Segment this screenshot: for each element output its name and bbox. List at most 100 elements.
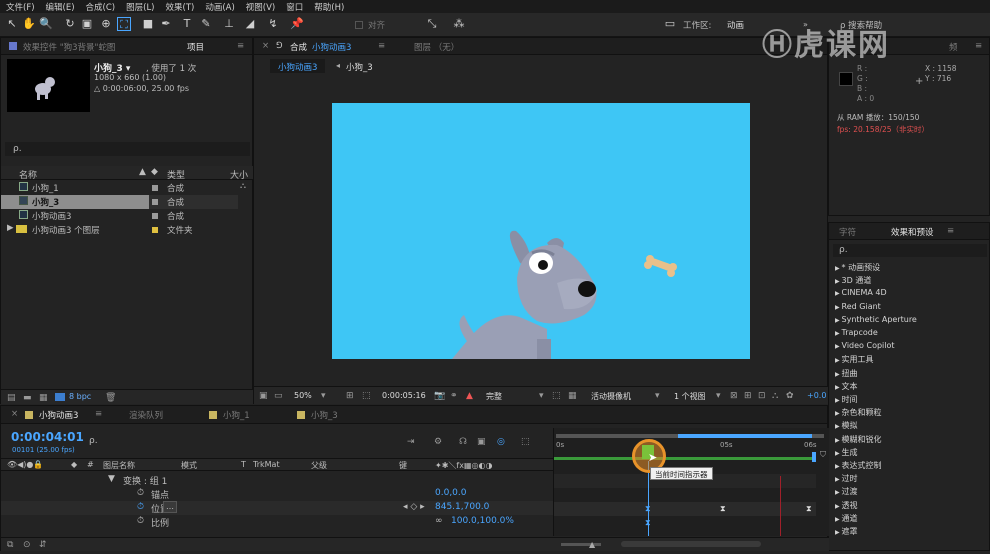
property-row[interactable]: ⏱ 锚点 0.0,0.0 bbox=[1, 487, 553, 501]
effects-category-item[interactable]: ▶ 杂色和颗粒 bbox=[835, 407, 882, 418]
flowchart-icon[interactable]: ⛬ bbox=[772, 391, 778, 401]
timeline-timecode[interactable]: 0:00:04:01 bbox=[11, 430, 84, 444]
effects-category-item[interactable]: ▶ Red Giant bbox=[835, 302, 881, 311]
align-checkbox[interactable] bbox=[355, 21, 363, 29]
breadcrumb-comp[interactable]: 小狗动画3 bbox=[270, 59, 326, 73]
tab-audio[interactable]: 频 bbox=[949, 41, 958, 53]
type-tool-icon[interactable]: T bbox=[180, 17, 194, 31]
trash-icon[interactable]: 🗑 bbox=[105, 393, 116, 403]
effects-category-item[interactable]: ▶ 表达式控制 bbox=[835, 460, 882, 471]
close-tab-icon[interactable]: × bbox=[262, 41, 269, 51]
effects-category-item[interactable]: ▶ Synthetic Aperture bbox=[835, 315, 917, 324]
monitor-icon[interactable]: ▭ bbox=[274, 391, 283, 401]
monitor-icon[interactable]: ▭ bbox=[663, 17, 677, 31]
zoom-tool-icon[interactable]: 🔍 bbox=[39, 17, 53, 31]
tab-comp-prefix[interactable]: 合成 bbox=[290, 41, 307, 53]
exposure-value[interactable]: +0.0 bbox=[807, 391, 826, 400]
tab-menu-icon[interactable]: ≡ bbox=[378, 41, 385, 51]
comp-viewer-canvas[interactable] bbox=[332, 103, 750, 359]
effects-category-item[interactable]: ▶ Video Copilot bbox=[835, 341, 895, 350]
camera-select[interactable]: 活动摄像机 bbox=[591, 391, 631, 402]
snap-icon[interactable]: ⤡ bbox=[425, 17, 439, 31]
stopwatch-icon[interactable]: ⏱ bbox=[137, 516, 144, 526]
keyframe-icon[interactable]: ⧗ bbox=[645, 518, 651, 528]
effects-category-item[interactable]: ▶ Trapcode bbox=[835, 328, 878, 337]
tab-timeline-2[interactable]: 小狗_1 bbox=[223, 409, 250, 421]
hand-tool-icon[interactable]: ✋ bbox=[22, 17, 36, 31]
effects-category-item[interactable]: ▶ 时间 bbox=[835, 394, 858, 405]
roi-icon[interactable]: ⬚ bbox=[552, 391, 561, 401]
clone-stamp-tool-icon[interactable]: ⊥ bbox=[222, 17, 236, 31]
puppet-tool-icon[interactable]: 📌 bbox=[290, 17, 304, 31]
panel-menu-icon[interactable]: ≡ bbox=[95, 409, 102, 419]
work-area-end-handle[interactable] bbox=[812, 452, 816, 462]
col-trkmat[interactable]: TrkMat bbox=[253, 460, 280, 469]
lock-icon[interactable]: ⅁ bbox=[276, 41, 283, 51]
keyframe-icon[interactable]: ⧗ bbox=[720, 504, 726, 514]
property-row[interactable]: ⏱ 位置 … ◂ ◇ ▸ 845.1,700.0 bbox=[1, 501, 553, 515]
tab-render-queue[interactable]: 渲染队列 bbox=[129, 409, 163, 421]
effects-category-item[interactable]: ▶ 模拟 bbox=[835, 420, 858, 431]
effects-category-item[interactable]: ▶ 扭曲 bbox=[835, 368, 858, 379]
tab-timeline-3[interactable]: 小狗_3 bbox=[311, 409, 338, 421]
close-tab-icon[interactable]: × bbox=[11, 409, 18, 419]
keyframe-icon[interactable]: ⧗ bbox=[806, 504, 812, 514]
property-row[interactable]: ⏱ 比例 ∞ 100.0,100.0% bbox=[1, 515, 553, 529]
transparency-grid-icon[interactable]: ▦ bbox=[568, 391, 577, 401]
project-item-selected[interactable]: 小狗_3 bbox=[1, 195, 149, 209]
selection-tool-icon[interactable]: ↖ bbox=[5, 17, 19, 31]
eraser-tool-icon[interactable]: ◢ bbox=[243, 17, 257, 31]
property-value[interactable]: 0.0,0.0 bbox=[435, 488, 467, 498]
menu-composition[interactable]: 合成(C) bbox=[86, 1, 116, 13]
viewer-timecode[interactable]: 0:00:05:16 bbox=[382, 391, 426, 400]
col-mode[interactable]: 模式 bbox=[181, 460, 197, 471]
col-key[interactable]: 键 bbox=[399, 460, 407, 471]
tab-project[interactable]: 项目 bbox=[187, 41, 204, 53]
pen-tool-icon[interactable]: ✒ bbox=[159, 17, 173, 31]
layer-switches-icon[interactable]: ⧉ bbox=[7, 540, 13, 550]
effects-category-item[interactable]: ▶ 生成 bbox=[835, 447, 858, 458]
color-channel-icon[interactable]: ▲ bbox=[466, 391, 473, 401]
effects-category-item[interactable]: ▶ 过渡 bbox=[835, 486, 858, 497]
camera-tool-icon[interactable]: ▣ bbox=[80, 17, 94, 31]
color-depth-icon[interactable] bbox=[55, 393, 65, 401]
menu-help[interactable]: 帮助(H) bbox=[314, 1, 344, 13]
bpc-label[interactable]: 8 bpc bbox=[69, 392, 91, 401]
effects-category-item[interactable]: ▶ 文本 bbox=[835, 381, 858, 392]
effects-category-item[interactable]: ▶ * 动画预设 bbox=[835, 262, 880, 273]
effects-category-item[interactable]: ▶ 3D 通道 bbox=[835, 275, 871, 286]
effects-category-item[interactable]: ▶ 模糊和锐化 bbox=[835, 434, 882, 445]
effects-search-input[interactable]: ρ. bbox=[833, 244, 987, 257]
grid-icon[interactable]: ⊞ bbox=[346, 391, 354, 401]
menu-layer[interactable]: 图层(L) bbox=[126, 1, 154, 13]
project-item[interactable]: 小狗动画3 合成 bbox=[1, 209, 238, 223]
new-comp-icon[interactable]: ▦ bbox=[39, 393, 48, 403]
frame-blend-icon[interactable]: ▣ bbox=[477, 437, 486, 447]
graph-editor-icon[interactable]: ⬚ bbox=[521, 437, 530, 447]
rotate-tool-icon[interactable]: ↻ bbox=[63, 17, 77, 31]
disclosure-triangle-icon[interactable]: ▶ bbox=[7, 223, 14, 233]
project-search-input[interactable]: ρ. bbox=[5, 142, 250, 156]
tab-layer[interactable]: 图层 （无） bbox=[414, 41, 459, 53]
dropdown-arrow-icon[interactable]: ▾ bbox=[655, 391, 660, 401]
pan-tool-icon[interactable]: ⛶ bbox=[117, 17, 131, 31]
comp-marker-icon[interactable]: ⛉ bbox=[820, 450, 826, 460]
effects-category-item[interactable]: ▶ 透视 bbox=[835, 500, 858, 511]
dropdown-arrow-icon[interactable]: ▾ bbox=[321, 391, 326, 401]
effects-category-item[interactable]: ▶ 实用工具 bbox=[835, 354, 874, 365]
resolution-select[interactable]: 完整 bbox=[486, 391, 502, 402]
tab-comp-name[interactable]: 小狗动画3 bbox=[312, 41, 351, 53]
sort-arrow-icon[interactable]: ▲ bbox=[139, 167, 146, 177]
draft-3d-icon[interactable]: ⚙ bbox=[434, 437, 442, 447]
effects-category-item[interactable]: ▶ 遮罩 bbox=[835, 526, 858, 537]
menu-view[interactable]: 视图(V) bbox=[246, 1, 275, 13]
work-area-range[interactable] bbox=[678, 434, 812, 438]
menu-effect[interactable]: 效果(T) bbox=[166, 1, 195, 13]
panel-menu-icon[interactable]: ≡ bbox=[947, 226, 954, 236]
brush-tool-icon[interactable]: ✎ bbox=[199, 17, 213, 31]
keyframe-icon[interactable]: ⧗ bbox=[645, 504, 651, 514]
effects-category-item[interactable]: ▶ 通道 bbox=[835, 513, 858, 524]
panel-menu-icon[interactable]: ≡ bbox=[237, 41, 244, 51]
reset-exposure-icon[interactable]: ✿ bbox=[786, 391, 794, 401]
keyframe-navigator-icon[interactable]: ◂ ◇ ▸ bbox=[403, 502, 425, 512]
